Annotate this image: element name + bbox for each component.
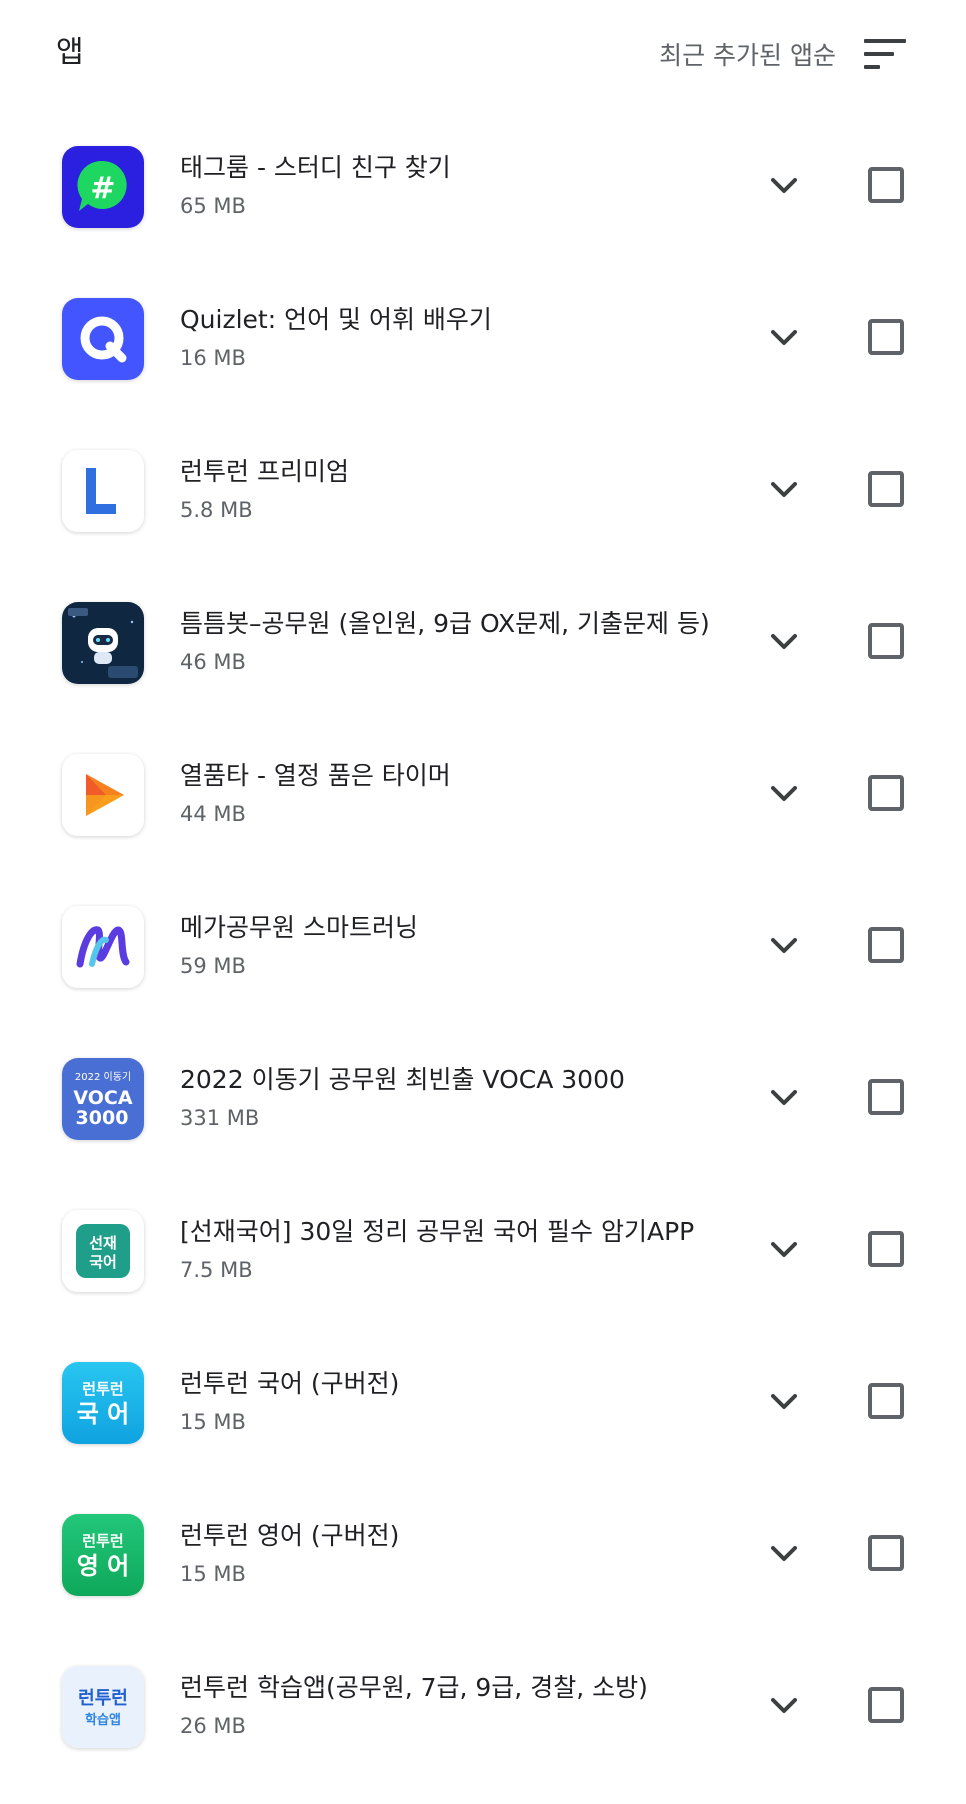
app-name: 런투런 국어 (구버전) (180, 1369, 400, 1398)
chevron-down-icon[interactable] (760, 1074, 808, 1122)
list-item[interactable]: 메가공무원 스마트러닝 59 MB (0, 870, 966, 1022)
icon-caption: 3000 (76, 1107, 129, 1129)
tagroom-icon: # (62, 146, 144, 228)
svg-text:#: # (90, 171, 115, 206)
voca3000-icon: 2022 이동기 VOCA 3000 (62, 1058, 144, 1140)
icon-caption: 영 어 (77, 1552, 130, 1580)
sort-order-label[interactable]: 최근 추가된 앱순 (659, 40, 836, 72)
checkbox[interactable] (868, 167, 904, 203)
icon-caption: 2022 이동기 (75, 1071, 131, 1083)
app-size: 16 MB (180, 346, 246, 370)
list-item[interactable]: 런투런 프리미엄 5.8 MB (0, 414, 966, 566)
app-size: 15 MB (180, 1562, 246, 1586)
checkbox[interactable] (868, 623, 904, 659)
icon-caption: 런투런 (82, 1532, 123, 1550)
chevron-down-icon[interactable] (760, 922, 808, 970)
list-item[interactable]: 런투런 학습앱 런투런 학습앱(공무원, 7급, 9급, 경찰, 소방) 26 … (0, 1630, 966, 1782)
list-item[interactable]: # 태그룸 - 스터디 친구 찾기 65 MB (0, 110, 966, 262)
app-name: 메가공무원 스마트러닝 (180, 913, 418, 942)
runtorun-korean-icon: 런투런 국 어 (62, 1362, 144, 1444)
app-name: 런투런 영어 (구버전) (180, 1521, 400, 1550)
app-size: 59 MB (180, 954, 246, 978)
megagongmuwon-icon (62, 906, 144, 988)
chevron-down-icon[interactable] (760, 770, 808, 818)
app-bar: 앱 최근 추가된 앱순 (0, 0, 966, 110)
seonjae-korean-icon: 선재 국어 (62, 1210, 144, 1292)
list-item[interactable]: Quizlet: 언어 및 어휘 배우기 16 MB (0, 262, 966, 414)
chevron-down-icon[interactable] (760, 618, 808, 666)
chevron-down-icon[interactable] (760, 162, 808, 210)
list-item[interactable]: 틈틈봇–공무원 (올인원, 9급 OX문제, 기출문제 등) 46 MB (0, 566, 966, 718)
list-item[interactable]: 열품타 - 열정 품은 타이머 44 MB (0, 718, 966, 870)
checkbox[interactable] (868, 319, 904, 355)
app-name: Quizlet: 언어 및 어휘 배우기 (180, 305, 492, 334)
app-name: 열품타 - 열정 품은 타이머 (180, 761, 451, 790)
chevron-down-icon[interactable] (760, 1530, 808, 1578)
app-size: 65 MB (180, 194, 246, 218)
app-name: 태그룸 - 스터디 친구 찾기 (180, 153, 451, 182)
checkbox[interactable] (868, 1231, 904, 1267)
list-item[interactable]: 2022 이동기 VOCA 3000 2022 이동기 공무원 최빈출 VOCA… (0, 1022, 966, 1174)
checkbox[interactable] (868, 927, 904, 963)
app-name: 틈틈봇–공무원 (올인원, 9급 OX문제, 기출문제 등) (180, 609, 710, 638)
icon-caption: 선재 (89, 1234, 117, 1252)
list-item[interactable]: 런투런 국 어 런투런 국어 (구버전) 15 MB (0, 1326, 966, 1478)
chevron-down-icon[interactable] (760, 314, 808, 362)
chevron-down-icon[interactable] (760, 466, 808, 514)
icon-caption: VOCA (73, 1087, 132, 1109)
app-size: 7.5 MB (180, 1258, 253, 1282)
app-size: 15 MB (180, 1410, 246, 1434)
teumteumbot-icon (62, 602, 144, 684)
chevron-down-icon[interactable] (760, 1378, 808, 1426)
runtorun-study-icon: 런투런 학습앱 (62, 1666, 144, 1748)
quizlet-icon (62, 298, 144, 380)
app-list: # 태그룸 - 스터디 친구 찾기 65 MB Quizlet: 언어 및 어휘… (0, 110, 966, 1782)
runtorun-premium-icon (62, 450, 144, 532)
app-name: 런투런 학습앱(공무원, 7급, 9급, 경찰, 소방) (180, 1673, 648, 1702)
checkbox[interactable] (868, 1079, 904, 1115)
yeolpumta-icon (62, 754, 144, 836)
icon-caption: 런투런 (78, 1688, 128, 1709)
icon-caption: 런투런 (82, 1380, 123, 1398)
runtorun-english-icon: 런투런 영 어 (62, 1514, 144, 1596)
checkbox[interactable] (868, 471, 904, 507)
checkbox[interactable] (868, 1383, 904, 1419)
icon-caption: 국 어 (77, 1400, 130, 1428)
checkbox[interactable] (868, 1535, 904, 1571)
sort-icon[interactable] (862, 36, 908, 72)
icon-caption: 학습앱 (85, 1712, 121, 1728)
app-size: 26 MB (180, 1714, 246, 1738)
icon-caption: 국어 (89, 1253, 117, 1271)
app-size: 5.8 MB (180, 498, 253, 522)
app-name: 런투런 프리미엄 (180, 457, 349, 486)
checkbox[interactable] (868, 775, 904, 811)
chevron-down-icon[interactable] (760, 1226, 808, 1274)
list-item[interactable]: 런투런 영 어 런투런 영어 (구버전) 15 MB (0, 1478, 966, 1630)
app-size: 44 MB (180, 802, 246, 826)
checkbox[interactable] (868, 1687, 904, 1723)
app-size: 331 MB (180, 1106, 260, 1130)
chevron-down-icon[interactable] (760, 1682, 808, 1730)
list-item[interactable]: 선재 국어 [선재국어] 30일 정리 공무원 국어 필수 암기APP 7.5 … (0, 1174, 966, 1326)
app-name: [선재국어] 30일 정리 공무원 국어 필수 암기APP (180, 1217, 695, 1246)
page-title: 앱 (56, 35, 84, 70)
app-name: 2022 이동기 공무원 최빈출 VOCA 3000 (180, 1065, 625, 1094)
app-size: 46 MB (180, 650, 246, 674)
